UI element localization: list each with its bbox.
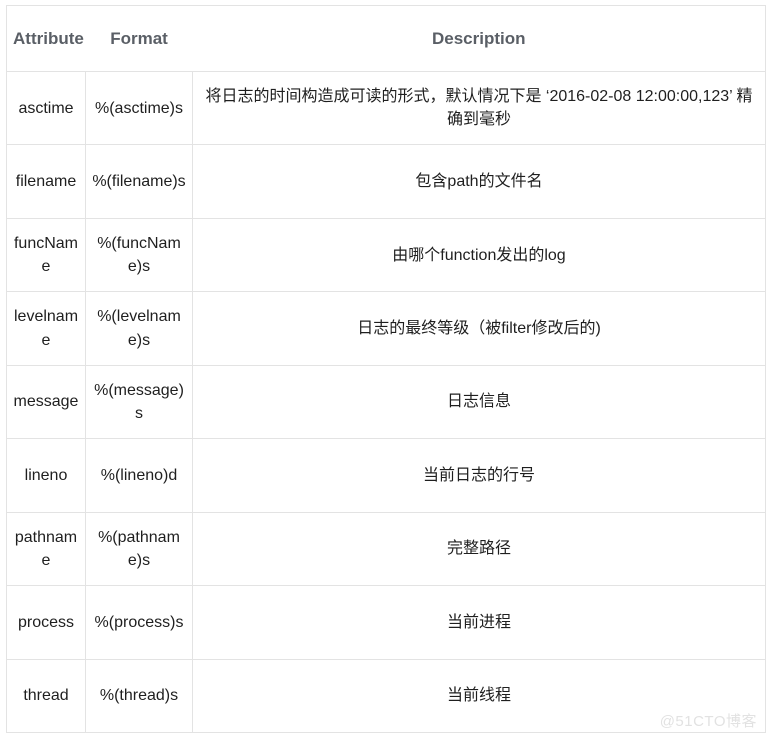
cell-attribute: thread: [6, 658, 86, 733]
cell-attribute: asctime: [6, 70, 86, 146]
logging-attributes-table: Attribute Format Description asctime %(as…: [6, 5, 766, 733]
table-row: asctime %(asctime)s 将日志的时间构造成可读的形式，默认情况下是 …: [6, 70, 766, 146]
cell-description: 完整路径: [192, 511, 766, 587]
table-row: levelname %(levelname)s 日志的最终等级（被filter修改后…: [6, 291, 766, 366]
cell-attribute: pathname: [6, 511, 86, 587]
cell-format: %(process)s: [85, 585, 193, 660]
cell-description: 由哪个function发出的log: [192, 217, 766, 293]
cell-format: %(thread)s: [85, 658, 193, 733]
cell-description: 将日志的时间构造成可读的形式，默认情况下是 ‘2016-02-08 12:00:…: [192, 70, 766, 146]
cell-attribute: lineno: [6, 438, 86, 513]
column-header-attribute: Attribute: [6, 5, 86, 72]
cell-attribute: message: [6, 364, 86, 440]
table-row: thread %(thread)s 当前线程: [6, 658, 766, 733]
cell-description: 当前进程: [192, 585, 766, 660]
cell-description: 包含path的文件名: [192, 144, 766, 219]
table-row: process %(process)s 当前进程: [6, 585, 766, 660]
table-header: Attribute Format Description: [6, 5, 766, 72]
cell-format: %(asctime)s: [85, 70, 193, 146]
table-row: message %(message)s 日志信息: [6, 364, 766, 440]
cell-description: 日志信息: [192, 364, 766, 440]
cell-description: 日志的最终等级（被filter修改后的): [192, 291, 766, 366]
table-body: asctime %(asctime)s 将日志的时间构造成可读的形式，默认情况下是 …: [6, 70, 766, 733]
cell-attribute: filename: [6, 144, 86, 219]
cell-attribute: process: [6, 585, 86, 660]
cell-format: %(pathname)s: [85, 511, 193, 587]
table-row: pathname %(pathname)s 完整路径: [6, 511, 766, 587]
cell-format: %(levelname)s: [85, 291, 193, 366]
cell-attribute: funcName: [6, 217, 86, 293]
table-row: funcName %(funcName)s 由哪个function发出的log: [6, 217, 766, 293]
column-header-description: Description: [192, 5, 766, 72]
table-row: lineno %(lineno)d 当前日志的行号: [6, 438, 766, 513]
cell-format: %(filename)s: [85, 144, 193, 219]
cell-description: 当前线程: [192, 658, 766, 733]
cell-attribute: levelname: [6, 291, 86, 366]
cell-description: 当前日志的行号: [192, 438, 766, 513]
cell-format: %(lineno)d: [85, 438, 193, 513]
cell-format: %(funcName)s: [85, 217, 193, 293]
table-header-row: Attribute Format Description: [6, 5, 766, 72]
logging-attributes-table-container: Attribute Format Description asctime %(as…: [6, 5, 766, 733]
table-row: filename %(filename)s 包含path的文件名: [6, 144, 766, 219]
cell-format: %(message)s: [85, 364, 193, 440]
column-header-format: Format: [85, 5, 193, 72]
